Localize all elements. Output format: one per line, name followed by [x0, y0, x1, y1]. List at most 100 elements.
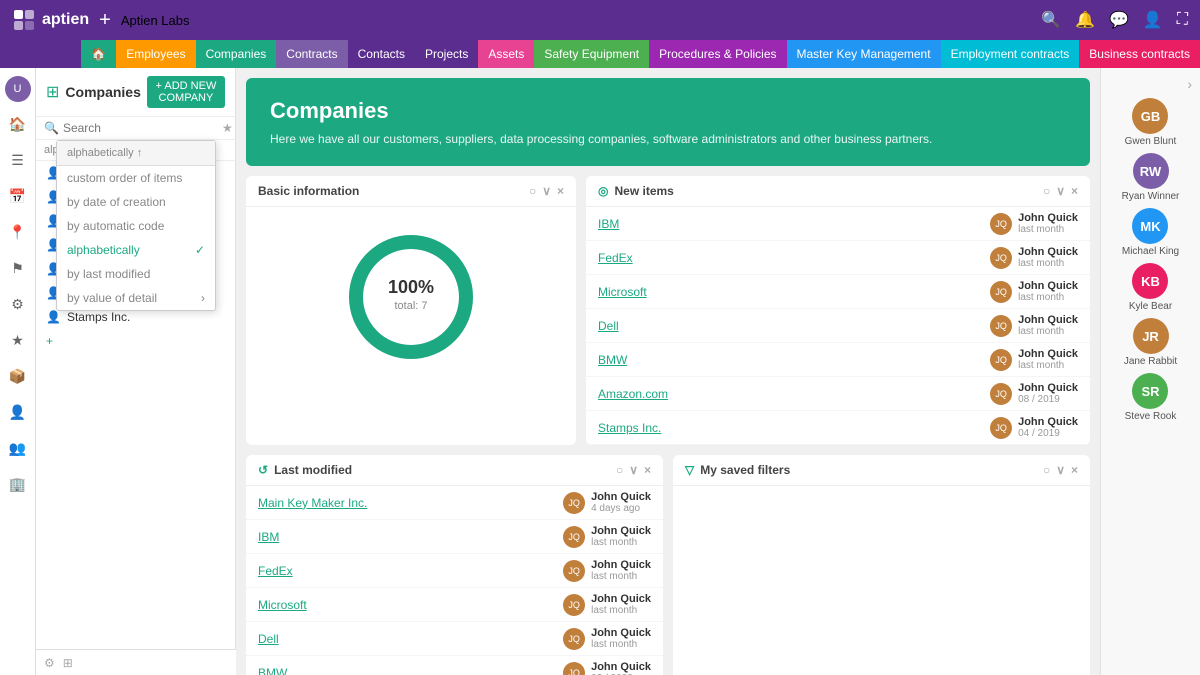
sidebar-list[interactable]: ☰	[4, 146, 32, 174]
rs-user-gwen[interactable]: GB Gwen Blunt	[1125, 98, 1177, 147]
user-icon[interactable]: 👤	[1143, 10, 1163, 30]
sort-trigger[interactable]: alphabetically ↑ alphabetically ↑ custom…	[36, 140, 235, 161]
banner-title: Companies	[270, 98, 1066, 124]
user-avatar-ms: JQ	[990, 281, 1012, 303]
chat-icon[interactable]: 💬	[1109, 10, 1129, 30]
sidebar-calendar[interactable]: 📅	[4, 182, 32, 210]
sort-alphabetically[interactable]: alphabetically ✓	[57, 238, 215, 262]
search-icon[interactable]: 🔍	[1041, 10, 1061, 30]
saved-filters-header: ▽ My saved filters ○ ∨ ×	[673, 455, 1090, 486]
new-item-link[interactable]: IBM	[598, 217, 619, 231]
tab-projects[interactable]: Projects	[415, 40, 478, 68]
modified-link[interactable]: Main Key Maker Inc.	[258, 496, 367, 510]
widget-refresh-icon[interactable]: ○	[529, 184, 536, 198]
sidebar-group[interactable]: 👥	[4, 434, 32, 462]
user-info: John Quick last month	[591, 627, 651, 650]
sidebar-location[interactable]: 📍	[4, 218, 32, 246]
new-item-bmw: BMW JQ John Quick last month	[586, 343, 1090, 377]
sidebar-flag[interactable]: ⚑	[4, 254, 32, 282]
user-info: John Quick last month	[591, 525, 651, 548]
new-item-link[interactable]: Stamps Inc.	[598, 421, 661, 435]
modified-link[interactable]: Dell	[258, 632, 279, 646]
sidebar-person[interactable]: 👤	[4, 398, 32, 426]
tab-safety[interactable]: Safety Equipment	[534, 40, 649, 68]
new-item-user: JQ John Quick last month	[990, 348, 1078, 371]
new-item-link[interactable]: Amazon.com	[598, 387, 668, 401]
new-items-refresh-icon[interactable]: ○	[1043, 184, 1050, 198]
new-items-widget: ◎ New items ○ ∨ × IBM JQ	[586, 176, 1090, 445]
companies-icon: ⊞	[46, 82, 59, 102]
modified-link[interactable]: FedEx	[258, 564, 293, 578]
bell-icon[interactable]: 🔔	[1075, 10, 1095, 30]
star-filter-icon[interactable]: ★	[222, 121, 233, 135]
tab-assets[interactable]: Assets	[478, 40, 534, 68]
rs-user-steve[interactable]: SR Steve Rook	[1125, 373, 1177, 422]
user-avatar[interactable]: U	[5, 76, 31, 102]
sf-expand-icon[interactable]: ∨	[1056, 463, 1065, 477]
new-item-link[interactable]: Dell	[598, 319, 619, 333]
tab-contracts[interactable]: Contracts	[276, 40, 347, 68]
user-time: last month	[591, 571, 651, 582]
saved-filters-body	[673, 486, 1090, 546]
basic-info-widget: Basic information ○ ∨ × 100%	[246, 176, 576, 445]
tab-business[interactable]: Business contracts	[1079, 40, 1200, 68]
sort-last-modified[interactable]: by last modified	[57, 262, 215, 286]
rs-avatar-steve: SR	[1132, 373, 1168, 409]
content-area: ⊞ Companies + ADD NEW COMPANY 🔍 ★ ▽ alph…	[36, 68, 1200, 675]
company-name: Stamps Inc.	[67, 310, 130, 324]
modified-link[interactable]: IBM	[258, 530, 279, 544]
modified-link[interactable]: Microsoft	[258, 598, 307, 612]
sort-by-date[interactable]: by date of creation	[57, 190, 215, 214]
user-name: John Quick	[591, 491, 651, 503]
new-items-close-icon[interactable]: ×	[1071, 184, 1078, 198]
user-info-ms: John Quick last month	[1018, 280, 1078, 303]
sf-refresh-icon[interactable]: ○	[1043, 463, 1050, 477]
sidebar-box[interactable]: 📦	[4, 362, 32, 390]
sidebar-gear[interactable]: ⚙	[4, 290, 32, 318]
new-item-link[interactable]: Microsoft	[598, 285, 647, 299]
rs-name-jane: Jane Rabbit	[1124, 356, 1177, 367]
lm-refresh-icon[interactable]: ○	[616, 463, 623, 477]
filter-funnel-icon: ▽	[685, 463, 694, 477]
rs-user-ryan[interactable]: RW Ryan Winner	[1122, 153, 1180, 202]
user-avatar-ibm: JQ	[990, 213, 1012, 235]
sort-custom-order[interactable]: custom order of items	[57, 166, 215, 190]
add-company-item[interactable]: +	[36, 329, 235, 353]
tab-contacts[interactable]: Contacts	[348, 40, 415, 68]
rs-user-jane[interactable]: JR Jane Rabbit	[1124, 318, 1177, 367]
tab-companies[interactable]: Companies	[196, 40, 277, 68]
tab-procedures[interactable]: Procedures & Policies	[649, 40, 786, 68]
add-new-company-button[interactable]: + ADD NEW COMPANY	[147, 76, 225, 108]
sort-by-code[interactable]: by automatic code	[57, 214, 215, 238]
new-items-controls: ○ ∨ ×	[1043, 184, 1078, 198]
new-item-link[interactable]: BMW	[598, 353, 627, 367]
tab-employment[interactable]: Employment contracts	[941, 40, 1080, 68]
lm-close-icon[interactable]: ×	[644, 463, 651, 477]
lm-expand-icon[interactable]: ∨	[629, 463, 638, 477]
new-items-expand-icon[interactable]: ∨	[1056, 184, 1065, 198]
list-settings-icon[interactable]: ⚙	[44, 656, 55, 670]
widget-close-icon[interactable]: ×	[557, 184, 564, 198]
rs-user-kyle[interactable]: KB Kyle Bear	[1129, 263, 1172, 312]
search-input[interactable]	[63, 121, 218, 135]
sf-close-icon[interactable]: ×	[1071, 463, 1078, 477]
user-name: John Quick	[591, 627, 651, 639]
global-add-button[interactable]: +	[99, 9, 111, 32]
sidebar-star[interactable]: ★	[4, 326, 32, 354]
logo: aptien	[12, 8, 89, 32]
tab-master[interactable]: Master Key Management	[787, 40, 941, 68]
modified-user: JQ John Quick last month	[563, 627, 651, 650]
list-grid-icon[interactable]: ⊞	[63, 656, 73, 670]
tab-employees[interactable]: Employees	[116, 40, 195, 68]
expand-icon[interactable]: ⛶	[1177, 11, 1188, 29]
widget-expand-icon[interactable]: ∨	[542, 184, 551, 198]
rs-collapse-icon[interactable]: ›	[1187, 76, 1192, 92]
user-info: John Quick last month	[591, 593, 651, 616]
sort-by-value[interactable]: by value of detail ›	[57, 286, 215, 310]
sidebar-home[interactable]: 🏠	[4, 110, 32, 138]
modified-link[interactable]: BMW	[258, 666, 287, 675]
sidebar-org[interactable]: 🏢	[4, 470, 32, 498]
rs-user-michael[interactable]: MK Michael King	[1122, 208, 1179, 257]
tab-home[interactable]: 🏠	[81, 40, 116, 68]
new-item-link[interactable]: FedEx	[598, 251, 633, 265]
